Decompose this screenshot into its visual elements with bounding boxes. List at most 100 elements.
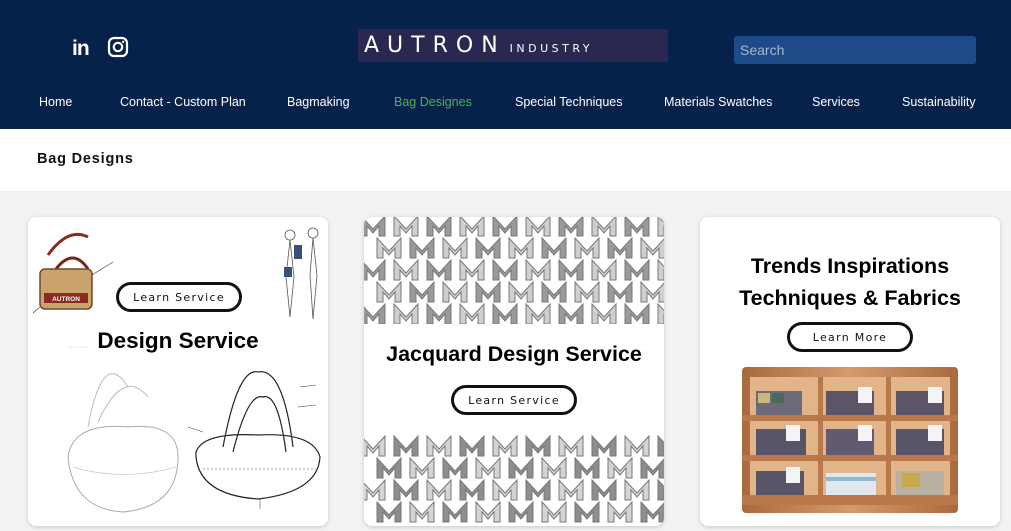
logo-main-text: AUTRON xyxy=(364,33,506,58)
fabric-shelf-illustration xyxy=(742,367,958,513)
jacquard-m-motif xyxy=(475,501,501,523)
nav-bagmaking[interactable]: Bagmaking xyxy=(287,95,350,109)
jacquard-m-motif xyxy=(574,281,600,303)
jacquard-m-motif xyxy=(541,457,567,479)
search-input[interactable] xyxy=(734,36,976,64)
jacquard-m-motif xyxy=(426,435,452,457)
brand-logo[interactable]: AUTRON INDUSTRY xyxy=(358,29,668,62)
jacquard-pattern-bottom xyxy=(364,435,664,526)
jacquard-m-motif xyxy=(607,281,633,303)
jacquard-m-motif xyxy=(508,501,534,523)
jacquard-m-motif xyxy=(591,435,617,457)
jacquard-m-motif xyxy=(409,281,435,303)
jacquard-m-motif xyxy=(657,303,664,324)
trends-learn-more-button[interactable]: Learn More xyxy=(787,322,913,352)
logo-sub-text: INDUSTRY xyxy=(509,42,594,55)
jacquard-m-motif xyxy=(426,259,452,281)
jacquard-m-motif xyxy=(640,457,664,479)
jacquard-m-motif xyxy=(409,237,435,259)
jacquard-m-motif xyxy=(364,303,386,324)
jacquard-m-motif xyxy=(442,237,468,259)
nav-home[interactable]: Home xyxy=(39,95,72,109)
nav-services[interactable]: Services xyxy=(812,95,860,109)
linkedin-icon[interactable]: in xyxy=(72,36,90,62)
jacquard-m-motif xyxy=(459,479,485,501)
jacquard-m-motif xyxy=(442,281,468,303)
site-header: in AUTRON INDUSTRY Home Contact - Custom… xyxy=(0,0,1011,129)
jacquard-m-motif xyxy=(409,501,435,523)
jacquard-m-motif xyxy=(459,303,485,324)
jacquard-learn-button[interactable]: Learn Service xyxy=(451,385,577,415)
nav-materials-swatches[interactable]: Materials Swatches xyxy=(664,95,772,109)
jacquard-m-motif xyxy=(426,217,452,237)
jacquard-m-motif xyxy=(508,237,534,259)
jacquard-m-motif xyxy=(624,217,650,237)
jacquard-m-motif xyxy=(624,303,650,324)
trends-title: Trends Inspirations Techniques & Fabrics xyxy=(700,250,1000,314)
jacquard-m-motif xyxy=(459,259,485,281)
jacquard-m-motif xyxy=(574,501,600,523)
card-trends-inspirations[interactable]: Trends Inspirations Techniques & Fabrics… xyxy=(700,217,1000,526)
jacquard-m-motif xyxy=(492,217,518,237)
jacquard-title: Jacquard Design Service xyxy=(386,342,642,366)
nav-contact-custom-plan[interactable]: Contact - Custom Plan xyxy=(120,95,246,109)
jacquard-m-motif xyxy=(558,303,584,324)
jacquard-m-motif xyxy=(591,479,617,501)
main-nav: Home Contact - Custom Plan Bagmaking Bag… xyxy=(0,95,1011,111)
jacquard-m-motif xyxy=(541,501,567,523)
jacquard-m-motif xyxy=(376,501,402,523)
nav-special-techniques[interactable]: Special Techniques xyxy=(515,95,622,109)
jacquard-m-motif xyxy=(607,501,633,523)
jacquard-m-motif xyxy=(492,259,518,281)
jacquard-m-motif xyxy=(492,303,518,324)
jacquard-m-motif xyxy=(426,303,452,324)
jacquard-m-motif xyxy=(624,479,650,501)
jacquard-m-motif xyxy=(657,479,664,501)
page-title: Bag Designs xyxy=(37,151,134,167)
jacquard-m-motif xyxy=(525,259,551,281)
jacquard-m-motif xyxy=(624,259,650,281)
jacquard-m-motif xyxy=(657,259,664,281)
jacquard-m-motif xyxy=(591,303,617,324)
social-links: in xyxy=(72,36,129,62)
instagram-icon[interactable] xyxy=(107,36,129,62)
jacquard-m-motif xyxy=(624,435,650,457)
jacquard-m-motif xyxy=(393,435,419,457)
jacquard-m-motif xyxy=(364,217,386,237)
jacquard-m-motif xyxy=(640,501,664,523)
jacquard-m-motif xyxy=(393,303,419,324)
trends-title-line1: Trends Inspirations xyxy=(750,254,950,278)
nav-sustainability[interactable]: Sustainability xyxy=(902,95,976,109)
jacquard-m-motif xyxy=(558,217,584,237)
nav-bag-designes[interactable]: Bag Designes xyxy=(394,95,472,109)
jacquard-m-motif xyxy=(364,259,386,281)
jacquard-m-motif xyxy=(591,217,617,237)
jacquard-m-motif xyxy=(376,457,402,479)
jacquard-m-motif xyxy=(364,479,386,501)
jacquard-m-motif xyxy=(640,281,664,303)
jacquard-m-motif xyxy=(525,435,551,457)
jacquard-m-motif xyxy=(607,457,633,479)
jacquard-m-motif xyxy=(409,457,435,479)
jacquard-m-motif xyxy=(607,237,633,259)
bag-logo-text: AUTRON xyxy=(52,296,80,303)
jacquard-m-motif xyxy=(364,435,386,457)
jacquard-m-motif xyxy=(376,237,402,259)
card-design-service[interactable]: AUTRON ~~~~~~~ Learn Service Design Serv… xyxy=(28,217,328,526)
card-jacquard-design-service[interactable]: Jacquard Design Service Learn Service xyxy=(364,217,664,526)
jacquard-pattern-top xyxy=(364,217,664,324)
jacquard-m-motif xyxy=(393,217,419,237)
jacquard-m-motif xyxy=(508,281,534,303)
jacquard-m-motif xyxy=(393,479,419,501)
jacquard-m-motif xyxy=(376,281,402,303)
design-sketch-illustration: AUTRON ~~~~~~~ xyxy=(32,227,321,513)
jacquard-m-motif xyxy=(558,259,584,281)
jacquard-m-motif xyxy=(640,237,664,259)
jacquard-m-motif xyxy=(541,281,567,303)
jacquard-m-motif xyxy=(525,217,551,237)
jacquard-m-motif xyxy=(475,281,501,303)
jacquard-m-motif xyxy=(475,237,501,259)
jacquard-m-motif xyxy=(508,457,534,479)
jacquard-m-motif xyxy=(558,435,584,457)
design-service-learn-button[interactable]: Learn Service xyxy=(116,282,242,312)
